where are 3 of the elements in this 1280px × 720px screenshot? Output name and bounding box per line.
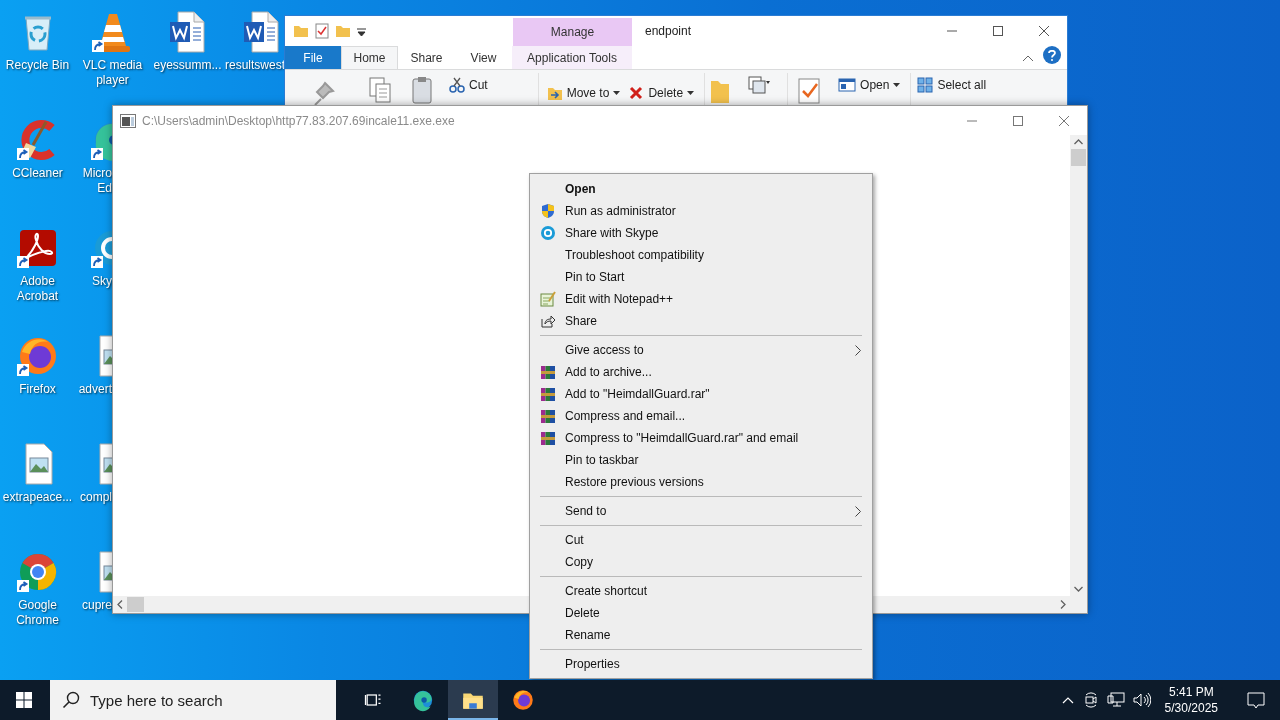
window-title: endpoint [645,24,692,38]
window-title: C:\Users\admin\Desktop\http77.83.207.69incale11.exe.exe [142,113,455,128]
context-tab-header: Manage [513,18,632,46]
